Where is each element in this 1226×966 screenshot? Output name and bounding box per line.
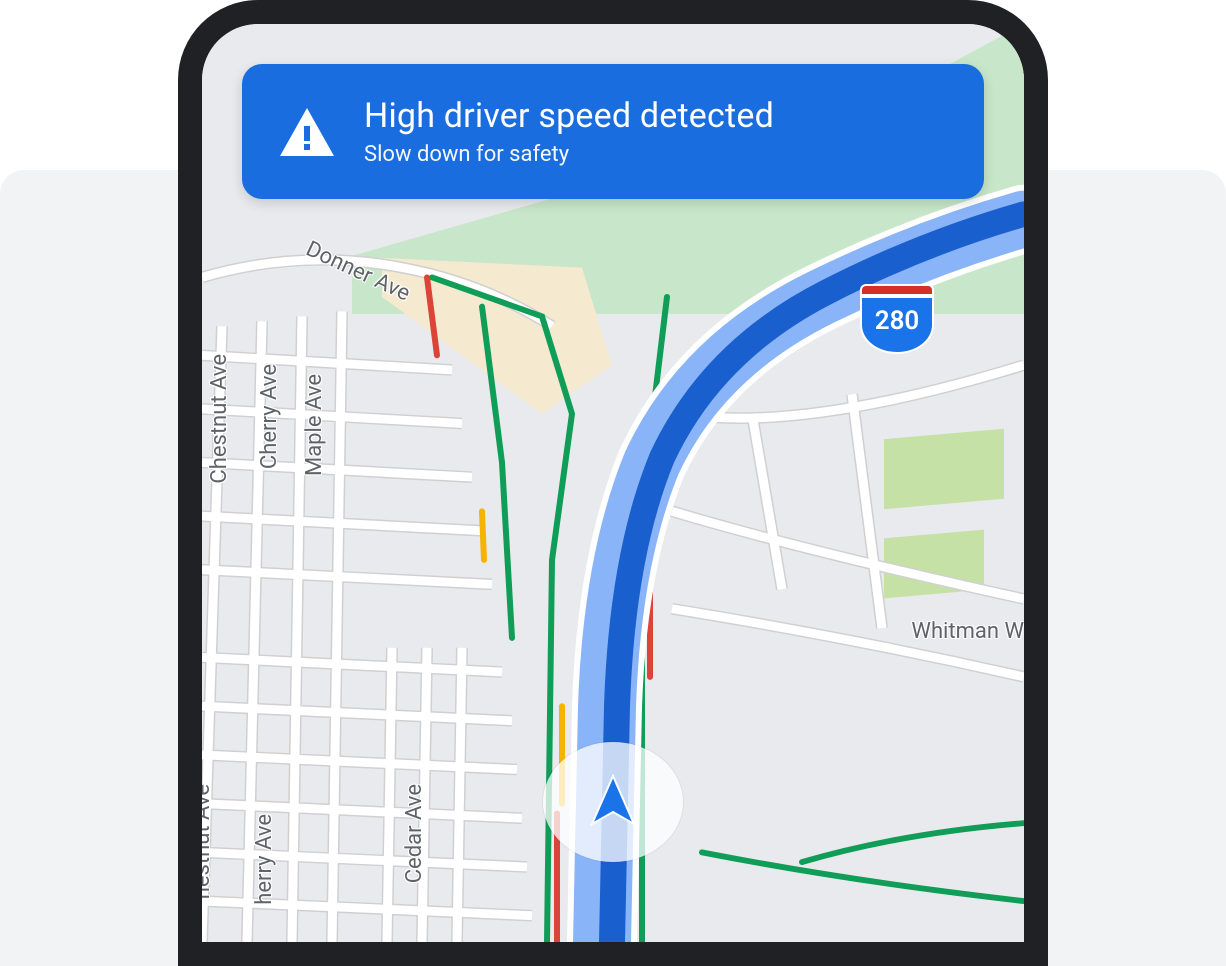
navigation-arrow-icon [588,774,638,830]
highway-number: 280 [860,296,934,354]
street-label-cherry: Cherry Ave [257,364,282,469]
warning-triangle-icon [278,106,336,158]
street-label-cherry2: herry Ave [252,814,277,905]
traffic-layer [427,277,1024,942]
building-shape [884,530,984,599]
current-location-marker[interactable] [543,742,683,862]
street-label-cedar: Cedar Ave [402,784,427,883]
alert-text-container: High driver speed detected Slow down for… [364,96,774,167]
phone-device-frame: Donner Ave Chestnut Ave Cherry Ave Maple… [178,0,1048,966]
street-label-maple: Maple Ave [302,374,327,476]
street-label-chestnut: Chestnut Ave [207,354,232,484]
speed-alert-banner[interactable]: High driver speed detected Slow down for… [242,64,984,199]
alert-subtitle: Slow down for safety [364,142,774,167]
street-label-whitman: Whitman W [911,619,1024,644]
phone-screen: Donner Ave Chestnut Ave Cherry Ave Maple… [202,24,1024,942]
alert-title: High driver speed detected [364,96,774,136]
street-label-chestnut2: hestnut Ave [202,784,215,899]
highway-shield: 280 [860,284,934,354]
building-shape [884,429,1004,509]
